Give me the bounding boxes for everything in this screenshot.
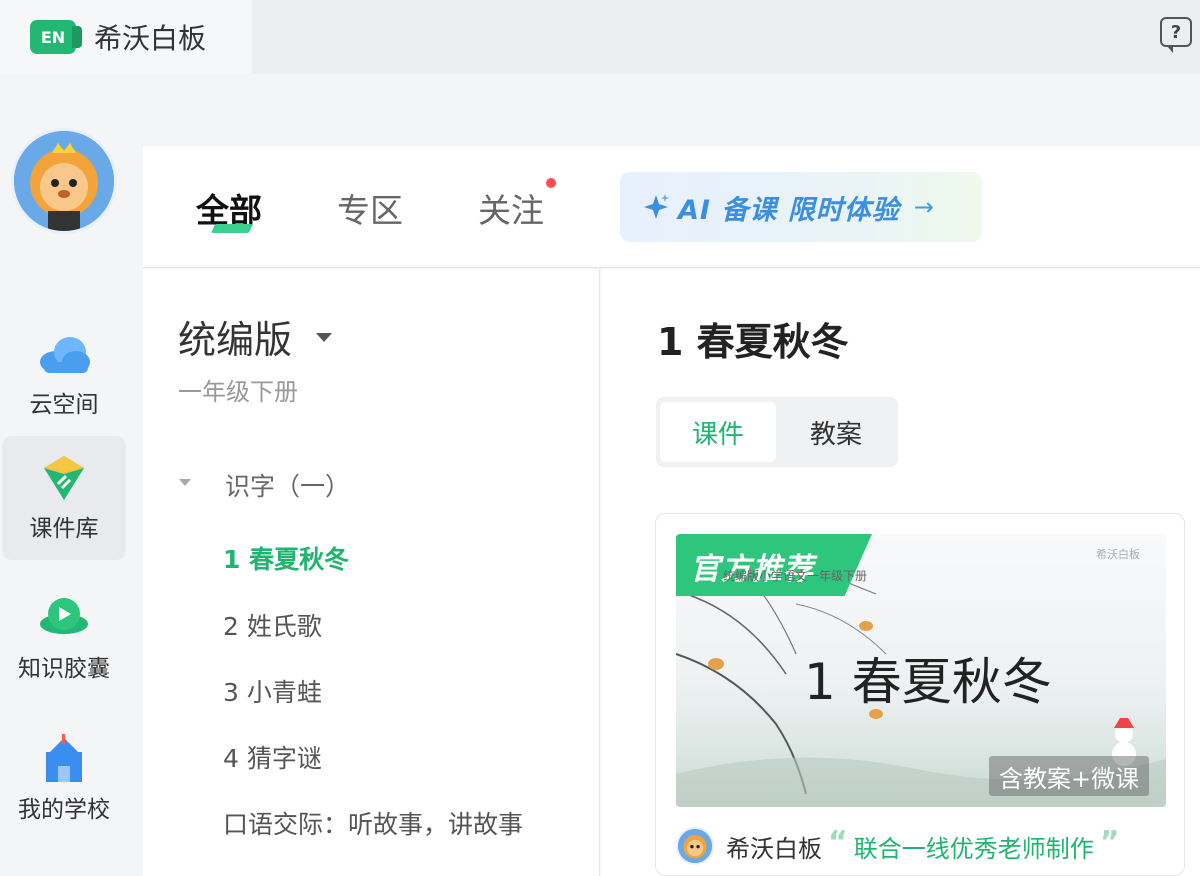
active-tab-indicator	[210, 224, 254, 233]
cloud-icon	[36, 329, 92, 379]
tab-zone[interactable]: 专区	[337, 184, 403, 232]
nav-label: 课件库	[29, 516, 99, 542]
nav-item-courseware-library[interactable]: 课件库	[2, 436, 126, 560]
grade-label: 一年级下册	[178, 378, 298, 406]
quote-close-icon: ”	[1099, 824, 1120, 860]
category-bar: 全部 专区 关注 AI 备课 限时体验 →	[143, 146, 1200, 268]
left-nav: 云空间 课件库 知识胶囊 我的学校	[0, 74, 142, 876]
app-tab[interactable]: EN 希沃白板	[0, 0, 252, 74]
nav-item-cloud-space[interactable]: 云空间	[2, 312, 126, 436]
lesson-item-active[interactable]: 1 春夏秋冬	[223, 540, 349, 576]
nav-label: 知识胶囊	[18, 656, 110, 682]
official-recommend-ribbon: 官方推荐	[676, 534, 872, 596]
caret-down-icon[interactable]	[316, 333, 332, 342]
notification-dot	[546, 178, 556, 188]
lesson-item[interactable]: 口语交际：听故事，讲故事	[223, 805, 523, 841]
courseware-thumbnail[interactable]: 官方推荐 统编版小学语文一年级下册 希沃白板 1 春夏秋冬 含教案+微课	[676, 534, 1166, 807]
lion-avatar-icon	[14, 131, 114, 231]
help-icon[interactable]: ?	[1160, 17, 1192, 53]
lesson-content: 1 春夏秋冬 课件 教案 官方推荐 统编版小学语文一年级下册 希沃白板 1 春夏…	[601, 269, 1200, 876]
segment-lesson-plan[interactable]: 教案	[778, 402, 894, 462]
courseware-card[interactable]: 官方推荐 统编版小学语文一年级下册 希沃白板 1 春夏秋冬 含教案+微课 希沃白…	[655, 513, 1185, 876]
edition-selector[interactable]: 统编版	[178, 309, 292, 364]
arrow-right-icon: →	[913, 193, 934, 221]
ai-prep-banner[interactable]: AI 备课 限时体验 →	[620, 172, 982, 242]
card-footer: 希沃白板 “ 联合一线优秀老师制作 ”	[676, 824, 1125, 866]
app-logo-icon: EN	[30, 20, 82, 54]
title-bar: EN 希沃白板 ?	[0, 0, 1200, 74]
nav-item-my-school[interactable]: 我的学校	[2, 717, 126, 841]
help-icon-glyph: ?	[1170, 21, 1182, 43]
tab-following[interactable]: 关注	[478, 184, 544, 232]
thumbnail-title: 1 春夏秋冬	[804, 653, 1052, 711]
includes-badge: 含教案+微课	[989, 756, 1150, 796]
collapse-caret-icon[interactable]	[179, 479, 191, 486]
lesson-item[interactable]: 3 小青蛙	[223, 673, 322, 709]
author-name: 希沃白板	[726, 834, 822, 863]
resource-type-toggle: 课件 教案	[656, 397, 898, 467]
segment-courseware[interactable]: 课件	[660, 402, 776, 462]
nav-item-knowledge-capsule[interactable]: 知识胶囊	[2, 576, 126, 700]
lesson-item[interactable]: 2 姓氏歌	[223, 607, 322, 643]
ai-banner-text: AI 备课 限时体验	[678, 194, 900, 226]
unit-title[interactable]: 识字（一）	[225, 467, 350, 503]
courseware-library-icon	[36, 453, 92, 503]
app-title: 希沃白板	[94, 22, 207, 55]
quote-open-icon: “	[828, 824, 848, 860]
author-avatar	[676, 827, 714, 865]
thumbnail-subtitle: 统编版小学语文一年级下册	[723, 569, 868, 583]
nav-label: 我的学校	[18, 797, 110, 823]
nav-label: 云空间	[29, 392, 99, 418]
school-icon	[36, 734, 92, 784]
textbook-tree-panel: 统编版 一年级下册 识字（一） 1 春夏秋冬 2 姓氏歌 3 小青蛙 4 猜字谜…	[143, 269, 600, 876]
app-logo-text: EN	[40, 27, 66, 47]
lesson-title: 1 春夏秋冬	[657, 320, 849, 364]
knowledge-capsule-icon	[36, 593, 92, 643]
lesson-item[interactable]: 4 猜字谜	[223, 739, 322, 775]
avatar[interactable]	[11, 128, 117, 234]
card-slogan: 联合一线优秀老师制作	[853, 834, 1094, 863]
sparkle-icon	[644, 194, 669, 219]
thumbnail-brand: 希沃白板	[1096, 548, 1140, 561]
lion-avatar-icon	[678, 829, 712, 863]
